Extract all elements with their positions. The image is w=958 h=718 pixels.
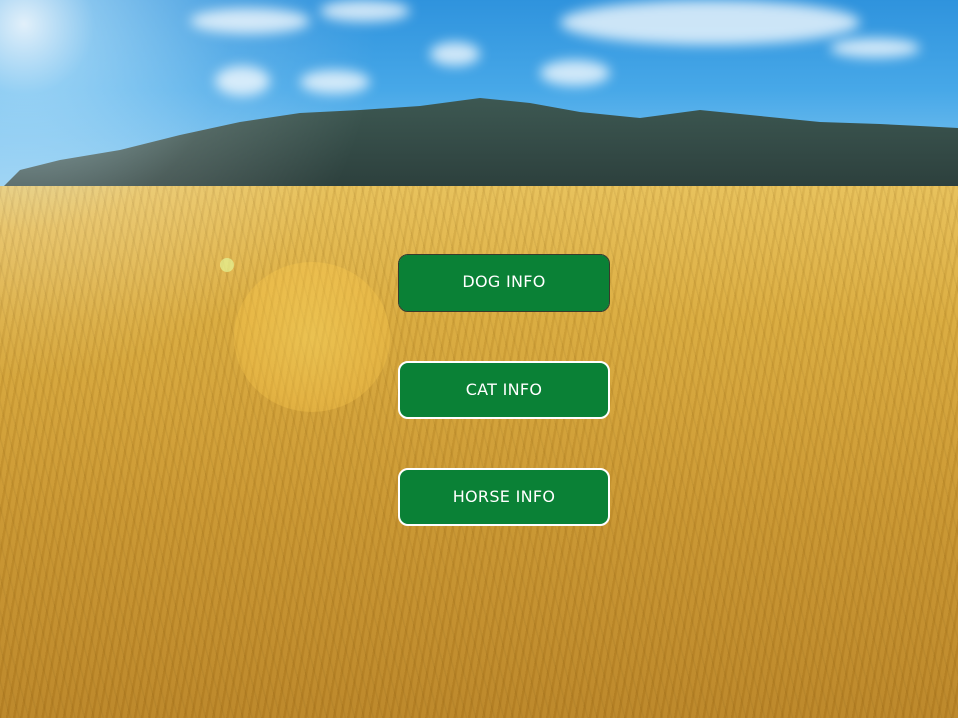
lens-flare-small bbox=[220, 258, 234, 272]
background-scene: DOG INFO CAT INFO HORSE INFO bbox=[0, 0, 958, 718]
horse-info-button[interactable]: HORSE INFO bbox=[398, 468, 610, 526]
lens-flare bbox=[234, 262, 390, 412]
dog-info-button[interactable]: DOG INFO bbox=[398, 254, 610, 312]
cat-info-button[interactable]: CAT INFO bbox=[398, 361, 610, 419]
animal-menu: DOG INFO CAT INFO HORSE INFO bbox=[398, 254, 610, 575]
